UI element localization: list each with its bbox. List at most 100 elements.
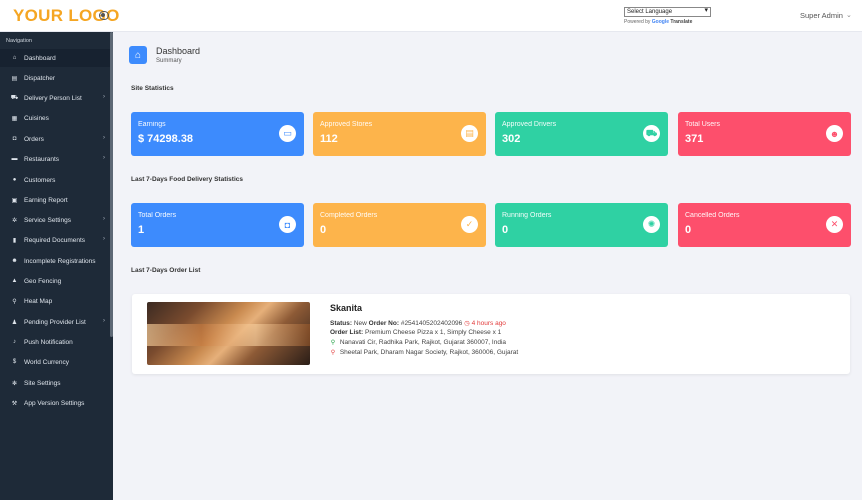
google-label: Google [651, 19, 670, 25]
stat-value: 371 [685, 133, 704, 145]
stat-value: 0 [685, 224, 692, 236]
chevron-right-icon: › [103, 155, 105, 161]
admin-menu[interactable]: Super Admin [800, 11, 843, 20]
sidebar-toggle-icon[interactable] [99, 11, 109, 20]
stat-label: Total Users [685, 121, 721, 128]
stat-label: Approved Stores [320, 121, 373, 128]
sidebar-item-delivery-person-list[interactable]: ⛟ Delivery Person List › [0, 89, 113, 107]
customer-icon: ● [12, 177, 17, 183]
dispatch-icon: ▤ [11, 75, 18, 82]
sidebar-item-pending-provider-list[interactable]: ♟ Pending Provider List › [0, 313, 113, 331]
sidebar-item-label: Service Settings [24, 216, 71, 224]
sidebar-item-earning-report[interactable]: ▣ Earning Report [0, 191, 113, 209]
wrench-icon: ⚒ [11, 400, 18, 407]
dollar-icon: $ [12, 359, 17, 365]
sidebar-item-label: Cuisines [24, 114, 49, 122]
total-users-card[interactable]: Total Users 371 ☻ [678, 112, 851, 156]
map-icon: ▲ [11, 278, 18, 284]
site-statistics-heading: Site Statistics [131, 85, 174, 92]
user-plus-icon: ☻ [11, 258, 18, 264]
order-status-line: Status: New Order No: #2541405202402096 … [330, 319, 506, 327]
sidebar-item-label: Pending Provider List [24, 318, 86, 326]
map-pin-icon: ⚲ [330, 350, 336, 356]
approved-stores-card[interactable]: Approved Stores 112 ▤ [313, 112, 486, 156]
sidebar-item-label: World Currency [24, 358, 70, 366]
order-time: 4 hours ago [471, 320, 506, 327]
sidebar-item-label: App Version Settings [24, 399, 85, 407]
sidebar-item-dispatcher[interactable]: ▤ Dispatcher [0, 69, 113, 87]
chevron-right-icon: › [103, 94, 105, 100]
dropoff-line: ⚲ Sheetal Park, Dharam Nagar Society, Ra… [330, 349, 518, 356]
powered-by-google: Powered by Google Translate [624, 19, 692, 25]
sidebar-item-label: Site Settings [24, 379, 61, 387]
sidebar-item-label: Required Documents [24, 236, 86, 244]
settings-icon: ✲ [11, 217, 18, 224]
pending-icon: ♟ [11, 319, 18, 326]
sidebar-item-dashboard[interactable]: ⌂ Dashboard [0, 49, 113, 67]
nav-heading: Navigation [6, 38, 32, 44]
cuisine-icon: ▦ [11, 115, 18, 122]
chevron-right-icon: › [103, 318, 105, 324]
sidebar-item-world-currency[interactable]: $ World Currency [0, 353, 113, 371]
report-icon: ▣ [11, 197, 18, 204]
food-image [147, 302, 310, 365]
total-orders-card[interactable]: Total Orders 1 ◘ [131, 203, 304, 247]
sidebar-item-service-settings[interactable]: ✲ Service Settings › [0, 211, 113, 229]
sidebar-item-label: Dashboard [24, 54, 56, 62]
check-icon: ✓ [461, 216, 478, 233]
completed-orders-card[interactable]: Completed Orders 0 ✓ [313, 203, 486, 247]
map-pin-icon: ⚲ [330, 340, 336, 346]
bag-icon: ◘ [279, 216, 296, 233]
orders-icon: ◘ [12, 136, 17, 142]
restaurant-icon: ▬ [11, 156, 18, 162]
sidebar-item-required-documents[interactable]: ▮ Required Documents › [0, 231, 113, 249]
store-icon: ▤ [461, 125, 478, 142]
document-icon: ▮ [12, 237, 17, 244]
pickup-address: Nanavati Cir, Radhika Park, Rajkot, Guja… [339, 339, 507, 346]
order-no-label: Order No: [368, 320, 400, 327]
user-add-icon: ☻ [826, 125, 843, 142]
bell-icon: ♪ [13, 339, 16, 345]
sidebar-item-label: Delivery Person List [24, 94, 82, 102]
translate-link[interactable]: Translate [670, 19, 692, 25]
approved-drivers-card[interactable]: Approved Drivers 302 ⛟ [495, 112, 668, 156]
money-icon: ▭ [279, 125, 296, 142]
dropoff-address: Sheetal Park, Dharam Nagar Society, Rajk… [339, 349, 519, 356]
chevron-down-icon[interactable]: ⌄ [846, 11, 852, 19]
running-orders-card[interactable]: Running Orders 0 ✺ [495, 203, 668, 247]
language-select[interactable]: Select Language [624, 7, 711, 17]
sidebar-item-incomplete-registrations[interactable]: ☻ Incomplete Registrations [0, 252, 113, 270]
sidebar-item-app-version-settings[interactable]: ⚒ App Version Settings [0, 394, 113, 412]
sidebar-item-restaurants[interactable]: ▬ Restaurants › [0, 150, 113, 168]
stat-label: Approved Drivers [502, 121, 557, 128]
clock-icon: ◷ [464, 320, 470, 327]
sidebar-item-label: Orders [24, 135, 44, 143]
main-content: ⌂ Dashboard Summary Site Statistics Earn… [113, 32, 862, 500]
sidebar-item-customers[interactable]: ● Customers [0, 171, 113, 189]
chevron-right-icon: › [103, 216, 105, 222]
order-card[interactable]: Skanita Status: New Order No: #254140520… [132, 294, 850, 374]
stat-label: Completed Orders [320, 212, 378, 219]
spinner-icon: ✺ [643, 216, 660, 233]
chevron-right-icon: › [103, 236, 105, 242]
customer-name: Skanita [330, 303, 363, 313]
cogs-icon: ✻ [11, 380, 18, 387]
home-icon: ⌂ [129, 46, 147, 64]
sidebar-item-push-notification[interactable]: ♪ Push Notification [0, 333, 113, 351]
sidebar-item-cuisines[interactable]: ▦ Cuisines [0, 109, 113, 127]
page-subtitle: Summary [156, 58, 182, 64]
sidebar-item-label: Earning Report [24, 196, 68, 204]
powered-prefix: Powered by [624, 19, 651, 25]
order-list-heading: Last 7-Days Order List [131, 267, 201, 274]
earnings-card[interactable]: Earnings $ 74298.38 ▭ [131, 112, 304, 156]
cancelled-orders-card[interactable]: Cancelled Orders 0 ✕ [678, 203, 851, 247]
sidebar-item-label: Dispatcher [24, 74, 56, 82]
sidebar-item-site-settings[interactable]: ✻ Site Settings [0, 374, 113, 392]
stat-value: $ 74298.38 [138, 133, 194, 145]
sidebar-item-heat-map[interactable]: ⚲ Heat Map [0, 292, 113, 310]
stat-label: Running Orders [502, 212, 552, 219]
sidebar-item-geo-fencing[interactable]: ▲ Geo Fencing [0, 272, 113, 290]
status-value: New [353, 320, 367, 327]
sidebar-item-orders[interactable]: ◘ Orders › [0, 130, 113, 148]
car-icon: ⛟ [10, 95, 19, 101]
